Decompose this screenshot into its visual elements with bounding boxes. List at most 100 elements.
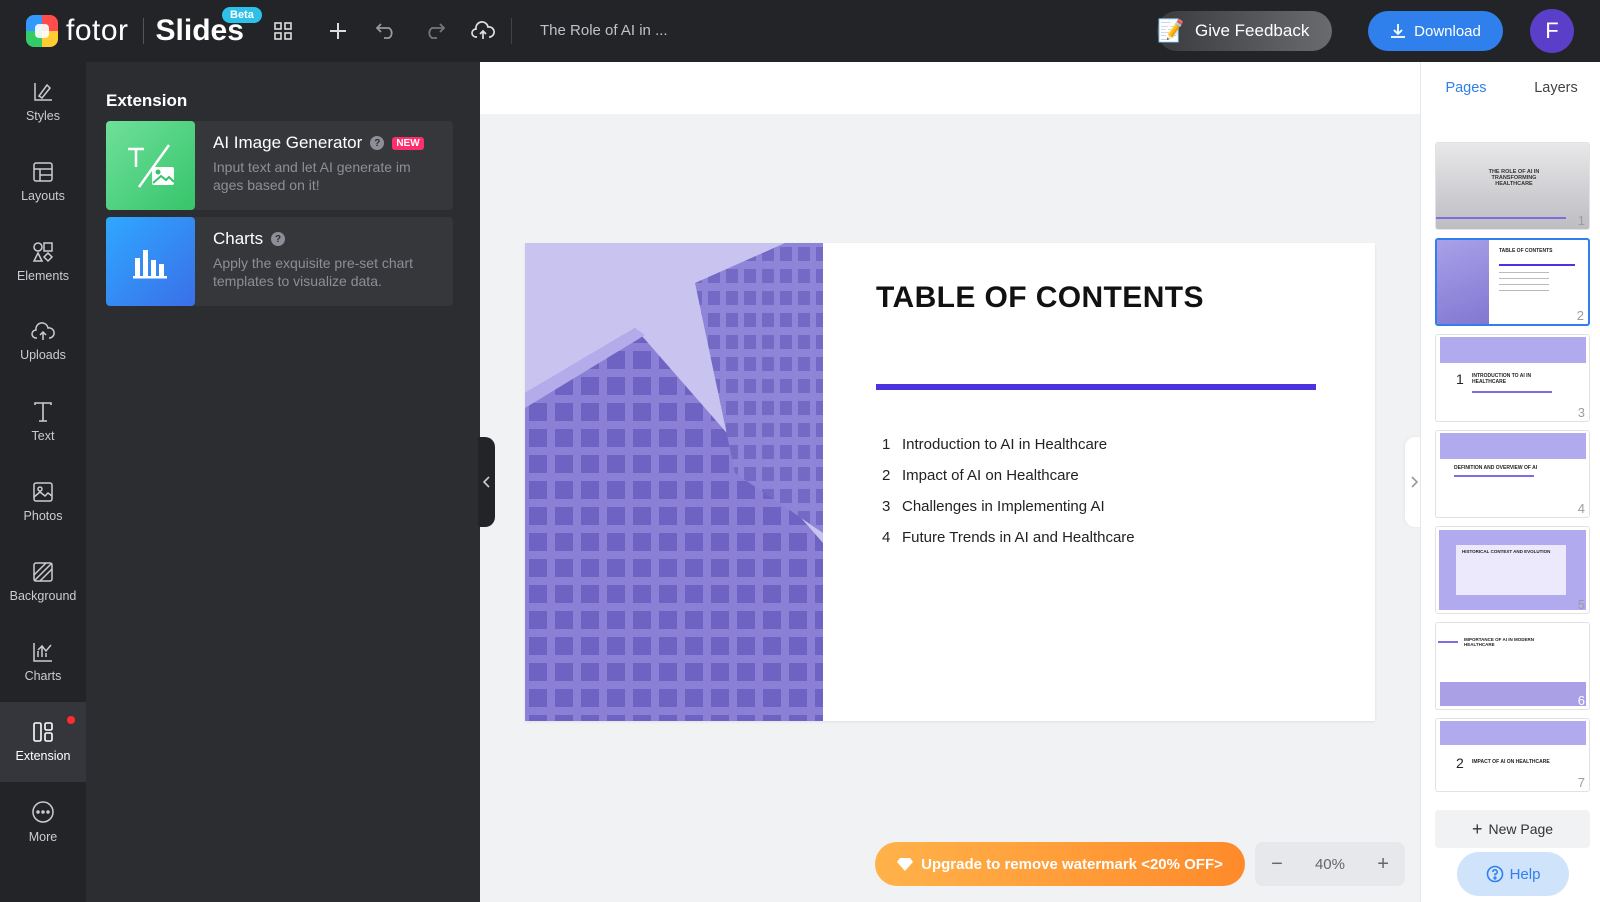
thumb-title: HISTORICAL CONTEXT AND EVOLUTION: [1462, 549, 1551, 554]
grid-menu-icon[interactable]: [270, 18, 296, 44]
new-page-button[interactable]: + New Page: [1435, 810, 1590, 848]
ai-image-generator-name: AI Image Generator: [213, 133, 363, 152]
question-circle-icon: [1486, 865, 1503, 883]
zoom-out-button[interactable]: −: [1271, 853, 1283, 876]
rail-item-text[interactable]: Text: [0, 382, 86, 462]
thumb-title: TABLE OF CONTENTS: [1499, 248, 1553, 254]
layouts-icon: [33, 162, 53, 182]
upgrade-label: Upgrade to remove watermark <20% OFF>: [921, 855, 1223, 873]
download-button[interactable]: Download: [1368, 11, 1503, 51]
rail-label-extension: Extension: [15, 749, 71, 763]
pages-panel: Pages Layers THE ROLE OF AI IN TRANSFORM…: [1420, 62, 1600, 902]
thumb-number: 1: [1577, 213, 1585, 228]
background-icon: [33, 562, 53, 582]
page-thumbnail[interactable]: 2 IMPACT OF AI ON HEALTHCARE 7: [1435, 718, 1590, 792]
thumb-bar: [1472, 391, 1552, 393]
rail-label-text: Text: [31, 429, 55, 443]
building-illustration: [525, 243, 823, 721]
photos-icon: [33, 482, 53, 502]
brand-name: fotor: [66, 14, 129, 47]
undo-icon[interactable]: [373, 18, 399, 44]
page-thumbnail[interactable]: HISTORICAL CONTEXT AND EVOLUTION 5: [1435, 526, 1590, 614]
chevron-left-icon: [482, 476, 490, 488]
thumb-image: [1437, 240, 1489, 324]
toc-text: Future Trends in AI and Healthcare: [902, 529, 1135, 546]
extension-icon: [33, 722, 53, 742]
rail-item-photos[interactable]: Photos: [0, 462, 86, 542]
page-thumbnail-active[interactable]: TABLE OF CONTENTS 2: [1435, 238, 1590, 326]
rail-item-styles[interactable]: Styles: [0, 62, 86, 142]
thumb-number: 5: [1577, 597, 1585, 612]
toc-item[interactable]: 2 Impact of AI on Healthcare: [882, 467, 1079, 484]
help-icon[interactable]: ?: [370, 136, 385, 150]
thumb-bar: [1438, 641, 1458, 643]
beta-badge: Beta: [222, 7, 262, 23]
thumb-title: INTRODUCTION TO AI IN HEALTHCARE: [1472, 373, 1532, 385]
bar-chart-icon: [106, 217, 195, 306]
toc-item[interactable]: 3 Challenges in Implementing AI: [882, 498, 1105, 515]
memo-icon: 📝: [1157, 18, 1185, 43]
toc-item[interactable]: 1 Introduction to AI in Healthcare: [882, 436, 1107, 453]
upgrade-watermark-button[interactable]: Upgrade to remove watermark <20% OFF>: [875, 842, 1245, 886]
thumb-title: THE ROLE OF AI IN TRANSFORMING HEALTHCAR…: [1488, 169, 1540, 187]
help-button[interactable]: Help: [1457, 852, 1569, 896]
rail-item-layouts[interactable]: Layouts: [0, 142, 86, 222]
new-badge: NEW: [392, 136, 424, 150]
collapse-panel-button[interactable]: [478, 437, 495, 527]
charts-title: Charts ?: [213, 229, 286, 249]
title-underline[interactable]: [876, 384, 1316, 390]
thumb-big-number: 2: [1456, 755, 1464, 771]
zoom-in-button[interactable]: +: [1377, 853, 1389, 876]
upload-icon: [31, 322, 55, 340]
charts-icon: [33, 643, 52, 662]
toc-text: Challenges in Implementing AI: [902, 498, 1105, 515]
page-thumbnail[interactable]: THE ROLE OF AI IN TRANSFORMING HEALTHCAR…: [1435, 142, 1590, 230]
ai-image-generator-icon: [106, 121, 195, 210]
fotor-logo[interactable]: fotor Slides: [26, 14, 244, 48]
ai-image-generator-desc: Input text and let AI generate im ages b…: [213, 159, 411, 193]
rail-item-extension[interactable]: Extension: [0, 702, 86, 782]
slide-title[interactable]: TABLE OF CONTENTS: [876, 281, 1204, 315]
building-photo[interactable]: [525, 243, 823, 721]
thumb-image: [1440, 433, 1586, 459]
rail-item-elements[interactable]: Elements: [0, 222, 86, 302]
add-icon[interactable]: [325, 18, 351, 44]
rail-item-background[interactable]: Background: [0, 542, 86, 622]
extension-panel: Extension AI Image Generator ? NEW Input…: [86, 62, 480, 902]
tab-pages[interactable]: Pages: [1421, 62, 1511, 114]
page-thumbnail[interactable]: IMPORTANCE OF AI IN MODERN HEALTHCARE 6: [1435, 622, 1590, 710]
tab-layers[interactable]: Layers: [1511, 62, 1600, 114]
thumb-lines: [1499, 272, 1549, 296]
cloud-upload-icon[interactable]: [470, 18, 496, 44]
ai-image-generator-card[interactable]: AI Image Generator ? NEW Input text and …: [106, 121, 453, 210]
user-avatar[interactable]: F: [1530, 9, 1574, 53]
rail-item-uploads[interactable]: Uploads: [0, 302, 86, 382]
toc-number: 1: [882, 436, 891, 453]
rail-item-more[interactable]: More: [0, 782, 86, 862]
redo-icon[interactable]: [422, 18, 448, 44]
rail-item-charts[interactable]: Charts: [0, 622, 86, 702]
thumb-big-number: 1: [1456, 371, 1464, 387]
charts-desc: Apply the exquisite pre-set chart templa…: [213, 255, 413, 289]
help-label: Help: [1509, 865, 1541, 883]
toc-item[interactable]: 4 Future Trends in AI and Healthcare: [882, 529, 1135, 546]
help-icon[interactable]: ?: [271, 232, 286, 246]
page-thumbnail[interactable]: 1 INTRODUCTION TO AI IN HEALTHCARE 3: [1435, 334, 1590, 422]
document-title[interactable]: The Role of AI in ...: [540, 22, 668, 39]
plus-icon: +: [1471, 818, 1483, 839]
zoom-level[interactable]: 40%: [1315, 856, 1345, 873]
toc-text: Impact of AI on Healthcare: [902, 467, 1079, 484]
thumb-number: 3: [1577, 405, 1585, 420]
rail-label-uploads: Uploads: [20, 348, 66, 362]
toolbar-divider: [511, 18, 512, 44]
thumb-image: [1440, 337, 1586, 363]
rail-label-background: Background: [9, 589, 77, 603]
left-rail: Styles Layouts Elements Uploads Text Pho…: [0, 62, 86, 902]
slide-canvas[interactable]: TABLE OF CONTENTS 1 Introduction to AI i…: [525, 243, 1375, 721]
toc-number: 2: [882, 467, 891, 484]
charts-card[interactable]: Charts ? Apply the exquisite pre-set cha…: [106, 217, 453, 306]
page-thumbnail[interactable]: DEFINITION AND OVERVIEW OF AI 4: [1435, 430, 1590, 518]
panel-title: Extension: [106, 91, 188, 110]
text-icon: [34, 402, 52, 422]
elements-icon: [32, 242, 54, 263]
